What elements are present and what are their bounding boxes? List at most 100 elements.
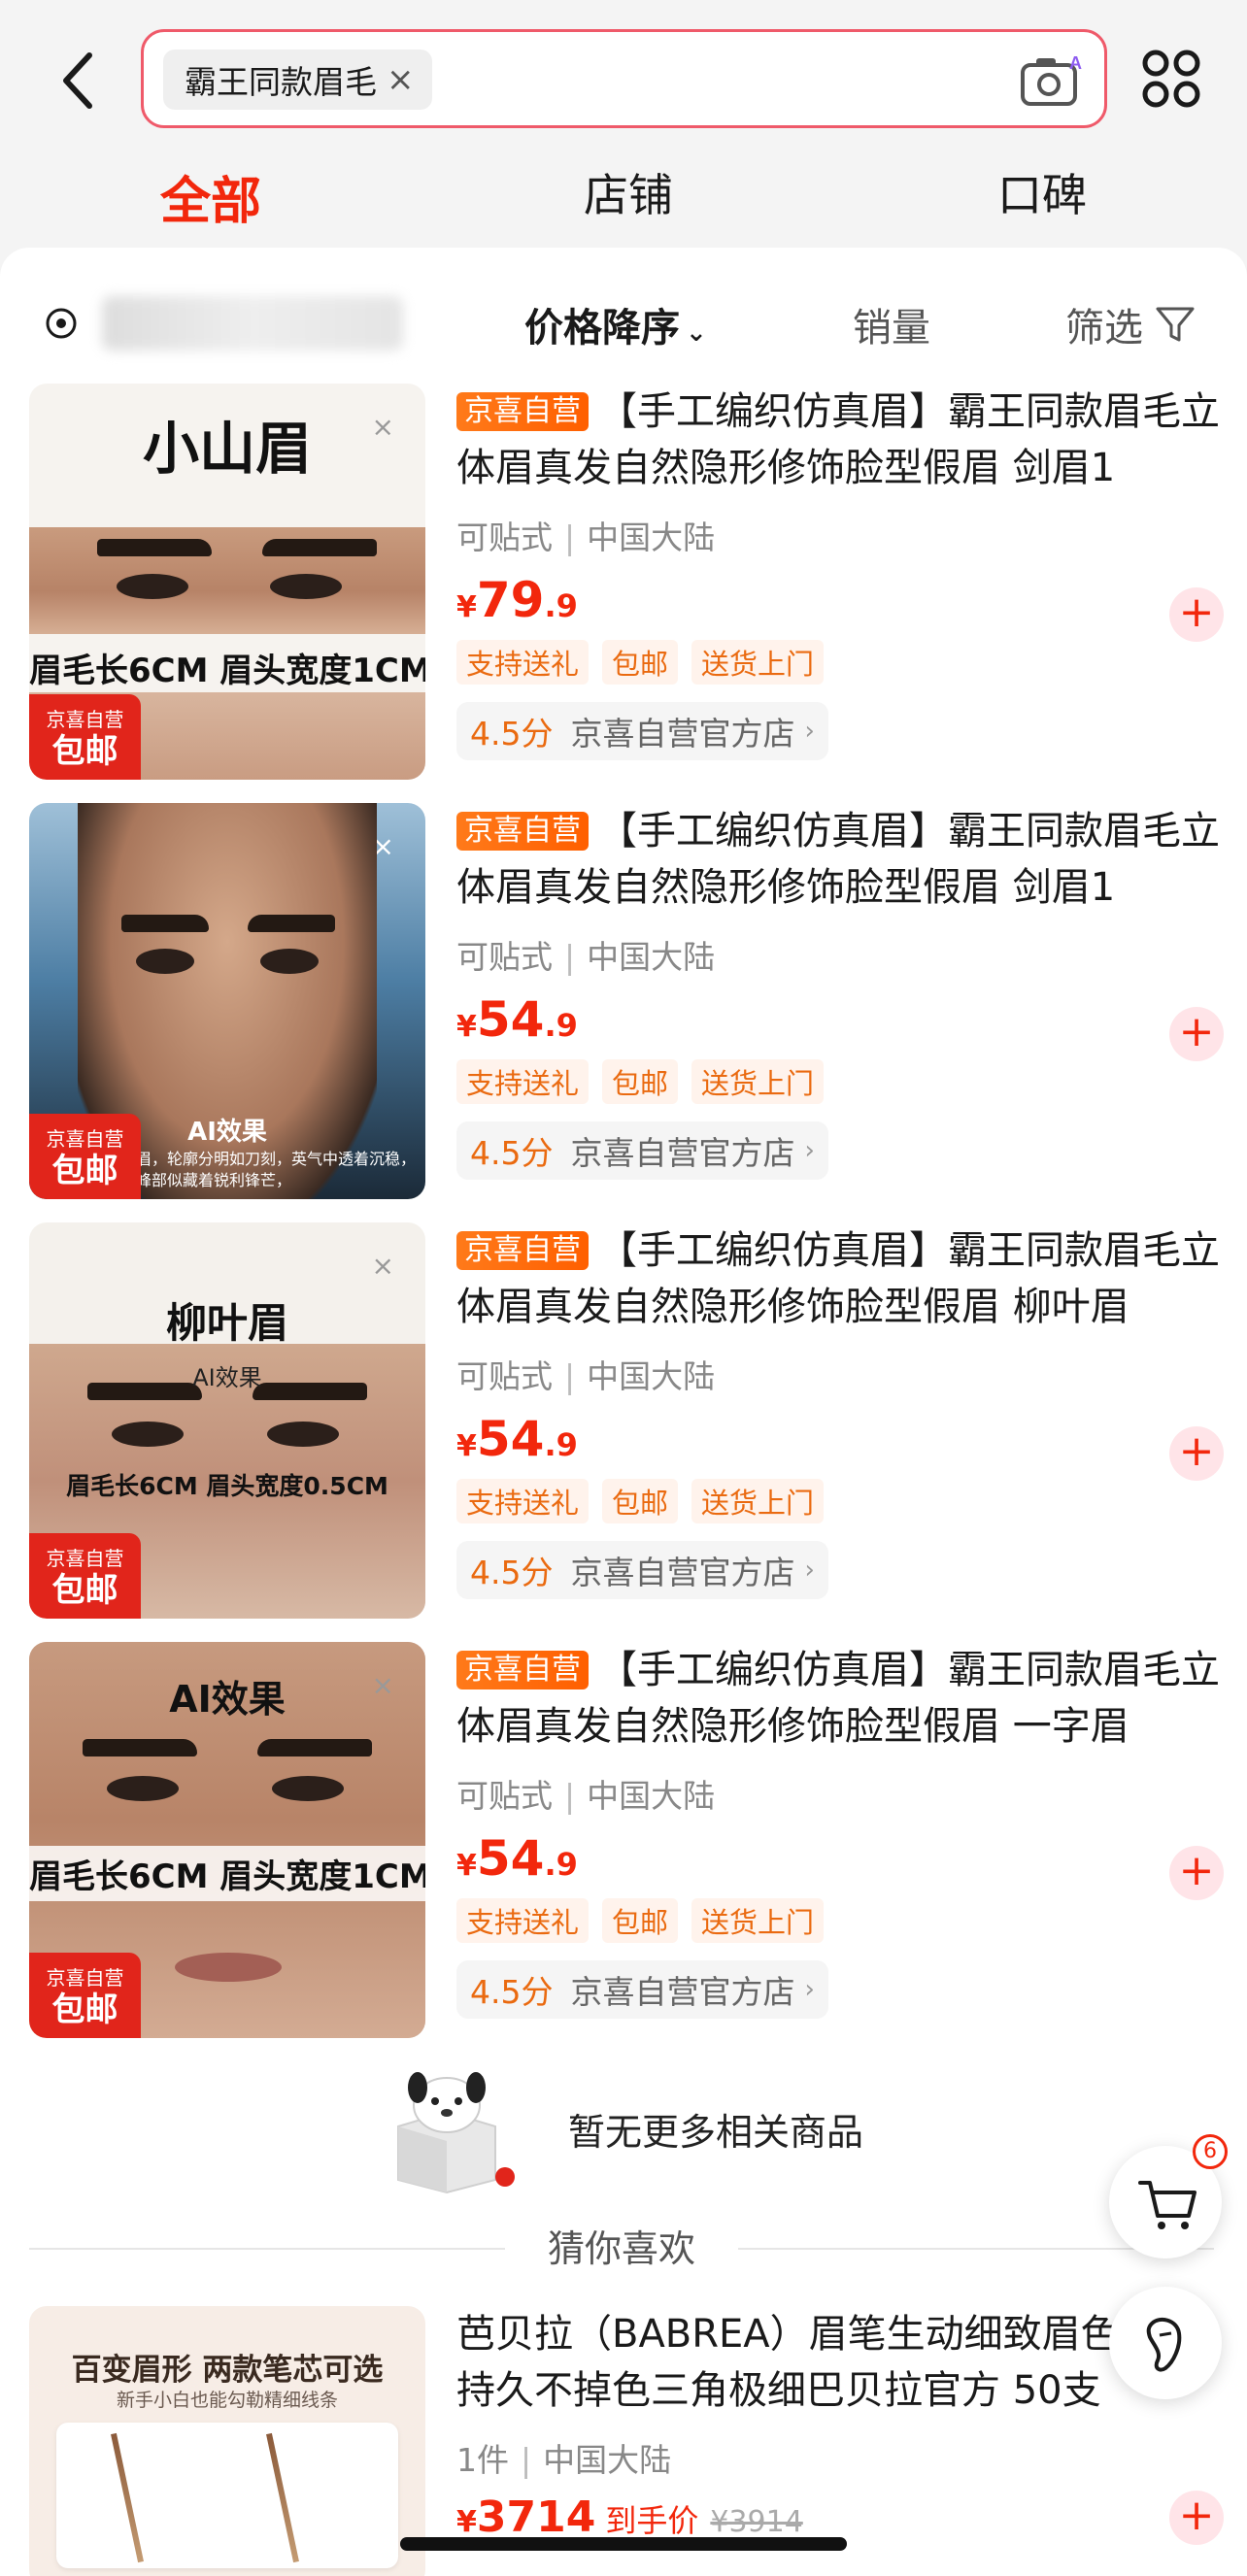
guess-you-like-label: 猜你喜欢 (547, 2227, 696, 2270)
add-to-cart-plus-icon[interactable]: + (1169, 1846, 1224, 1900)
product-title[interactable]: 京喜自营 【手工编织仿真眉】霸王同款眉毛立体眉真发自然隐形修饰脸型假眉 柳叶眉 (456, 1222, 1233, 1337)
menu-grid-icon[interactable] (1141, 49, 1201, 109)
product-info: 京喜自营 【手工编织仿真眉】霸王同款眉毛立体眉真发自然隐形修饰脸型假眉 一字眉 可… (456, 1642, 1233, 2040)
product-title[interactable]: 芭贝拉（BABREA）眉笔生动细致眉色防水持久不掉色三角极细巴贝拉官方 50支 (456, 2306, 1214, 2421)
product-info: 京喜自营 【手工编织仿真眉】霸王同款眉毛立体眉真发自然隐形修饰脸型假眉 剑眉1 可… (456, 384, 1233, 782)
product-price: ¥3714 到手价 ¥3914 (456, 2492, 803, 2542)
chevron-right-icon: › (804, 1975, 815, 2004)
guess-you-like-divider: 猜你喜欢 (29, 2219, 1214, 2277)
recommended-product-card[interactable]: 百变眉形 两款笔芯可选 新手小白也能勾勒精细线条 芭贝拉（BABREA）眉笔生动… (29, 2306, 1224, 2576)
thumb-headline: 百变眉形 两款笔芯可选 (71, 2353, 384, 2388)
no-more-text: 暂无更多相关商品 (568, 2111, 864, 2154)
no-more-results: 暂无更多相关商品 (379, 2058, 923, 2194)
store-link[interactable]: 4.5分 京喜自营官方店 › (456, 702, 828, 760)
product-price: ¥54.9 (456, 1411, 578, 1467)
product-title[interactable]: 京喜自营 【手工编织仿真眉】霸王同款眉毛立体眉真发自然隐形修饰脸型假眉 剑眉1 (456, 803, 1233, 918)
product-attributes: 可贴式 | 中国大陆 (456, 519, 716, 556)
service-tags: 支持送礼 包邮 送货上门 (456, 1479, 1233, 1523)
ai-badge: AI (1069, 53, 1083, 73)
product-title[interactable]: 京喜自营 【手工编织仿真眉】霸王同款眉毛立体眉真发自然隐形修饰脸型假眉 剑眉1 (456, 384, 1233, 498)
thumb-headline: 小山眉 (142, 416, 312, 482)
product-card[interactable]: × AI效果 眉，轮廓分明如刀刻，英气中透着沉稳，峰部似藏着锐利锋芒， 京喜自营… (29, 803, 1224, 1201)
service-tags: 支持送礼 包邮 送货上门 (456, 640, 1233, 685)
service-tags: 支持送礼 包邮 送货上门 (456, 1059, 1233, 1104)
filter-bar: 价格降序 ⌄ 销量 筛选 (0, 267, 1247, 354)
chevron-down-icon: ⌄ (686, 318, 707, 348)
jingxi-self-tag: 京喜自营 (456, 1651, 589, 1689)
product-attributes: 可贴式 | 中国大陆 (456, 1777, 716, 1815)
funnel-icon (1156, 307, 1195, 342)
product-card[interactable]: × 小山眉 眉毛长6CM 眉头宽度1CM 京喜自营 包邮 京喜自营 【手工编织仿真眉… (29, 384, 1224, 782)
product-card[interactable]: × AI效果 眉毛长6CM 眉头宽度1CM 京喜自营 包邮 京喜自营 【手工编织仿真… (29, 1642, 1224, 2040)
location-address-blurred[interactable] (102, 296, 403, 351)
jd-self-badge: 京喜自营 包邮 (29, 1533, 141, 1619)
thumb-subline: 新手小白也能勾勒精细线条 (116, 2390, 338, 2411)
eyebrow-pencil-illustration (56, 2423, 398, 2568)
face-photo (29, 527, 425, 634)
result-tabs: 全部 店铺 口碑 (0, 160, 1247, 238)
jd-self-badge: 京喜自营 包邮 (29, 1114, 141, 1199)
location-icon[interactable] (44, 306, 79, 341)
jingxi-self-tag: 京喜自营 (456, 1231, 589, 1270)
filter-button[interactable]: 筛选 (1065, 296, 1196, 352)
top-bar: 霸王同款眉毛 × AI 全部 店铺 口碑 (0, 0, 1247, 252)
store-link[interactable]: 4.5分 京喜自营官方店 › (456, 1121, 828, 1180)
jingxi-self-tag: 京喜自营 (456, 812, 589, 851)
product-title[interactable]: 京喜自营 【手工编织仿真眉】霸王同款眉毛立体眉真发自然隐形修饰脸型假眉 一字眉 (456, 1642, 1233, 1756)
add-to-cart-plus-icon[interactable]: + (1169, 1007, 1224, 1061)
product-price: ¥54.9 (456, 991, 578, 1048)
product-info: 京喜自营 【手工编织仿真眉】霸王同款眉毛立体眉真发自然隐形修饰脸型假眉 剑眉1 可… (456, 803, 1233, 1201)
product-info: 京喜自营 【手工编织仿真眉】霸王同款眉毛立体眉真发自然隐形修饰脸型假眉 柳叶眉 可… (456, 1222, 1233, 1621)
add-to-cart-plus-icon[interactable]: + (1169, 1426, 1224, 1481)
thumb-headline: 柳叶眉 (165, 1299, 288, 1347)
search-keyword-chip[interactable]: 霸王同款眉毛 × (163, 50, 432, 110)
product-attributes: 可贴式 | 中国大陆 (456, 938, 716, 976)
search-keyword: 霸王同款眉毛 (185, 63, 377, 101)
product-card[interactable]: × 柳叶眉 AI效果 眉毛长6CM 眉头宽度0.5CM 京喜自营 包邮 京喜自营【… (29, 1222, 1224, 1621)
chevron-right-icon: › (804, 1136, 815, 1165)
thumb-ai-caption: 眉，轮廓分明如刀刻，英气中透着沉稳，峰部似藏着锐利锋芒， (136, 1150, 417, 1189)
tab-reviews[interactable]: 口碑 (997, 160, 1087, 224)
home-indicator (400, 2537, 847, 2551)
jd-self-badge: 京喜自营 包邮 (29, 694, 141, 780)
chevron-right-icon: › (804, 1556, 815, 1585)
product-image[interactable]: × AI效果 眉，轮廓分明如刀刻，英气中透着沉稳，峰部似藏着锐利锋芒， 京喜自营… (29, 803, 425, 1199)
close-icon: × (371, 1250, 394, 1282)
search-bar[interactable]: 霸王同款眉毛 × AI (141, 29, 1107, 128)
thumb-size-note: 眉毛长6CM 眉头宽度1CM (29, 652, 425, 690)
clear-keyword-icon[interactable]: × (387, 60, 415, 99)
sort-price-label: 价格降序 (524, 306, 680, 351)
footprint-icon (1146, 2317, 1182, 2372)
product-info: 芭贝拉（BABREA）眉笔生动细致眉色防水持久不掉色三角极细巴贝拉官方 50支 … (456, 2306, 1214, 2542)
product-image[interactable]: 百变眉形 两款笔芯可选 新手小白也能勾勒精细线条 (29, 2306, 425, 2576)
product-image[interactable]: × 小山眉 眉毛长6CM 眉头宽度1CM 京喜自营 包邮 (29, 384, 425, 780)
product-attributes: 可贴式 | 中国大陆 (456, 1357, 716, 1395)
thumb-size-note: 眉毛长6CM 眉头宽度1CM (29, 1846, 425, 1901)
sort-sales[interactable]: 销量 (853, 296, 930, 352)
mascot-dog-icon (379, 2058, 515, 2194)
thumb-ai-label: AI效果 (192, 1364, 262, 1391)
store-link[interactable]: 4.5分 京喜自营官方店 › (456, 1541, 828, 1599)
filter-label: 筛选 (1065, 306, 1143, 351)
ai-camera-icon[interactable]: AI (1019, 50, 1087, 110)
product-price: ¥54.9 (456, 1830, 578, 1887)
thumb-size-note: 眉毛长6CM 眉头宽度0.5CM (66, 1472, 388, 1500)
store-link[interactable]: 4.5分 京喜自营官方店 › (456, 1960, 828, 2019)
sort-price-desc[interactable]: 价格降序 ⌄ (524, 296, 707, 352)
jingxi-self-tag: 京喜自营 (456, 392, 589, 431)
back-arrow-icon[interactable] (51, 44, 109, 117)
add-to-cart-plus-icon[interactable]: + (1169, 587, 1224, 642)
service-tags: 支持送礼 包邮 送货上门 (456, 1898, 1233, 1943)
cart-count-badge: 6 (1193, 2134, 1228, 2169)
tab-shops[interactable]: 店铺 (584, 160, 673, 224)
product-attributes: 1件 | 中国大陆 (456, 2441, 672, 2479)
add-to-cart-plus-icon[interactable]: + (1169, 2491, 1224, 2545)
product-image[interactable]: × AI效果 眉毛长6CM 眉头宽度1CM 京喜自营 包邮 (29, 1642, 425, 2038)
tab-all[interactable]: 全部 (160, 160, 261, 233)
product-price: ¥79.9 (456, 572, 578, 628)
product-image[interactable]: × 柳叶眉 AI效果 眉毛长6CM 眉头宽度0.5CM 京喜自营 包邮 (29, 1222, 425, 1619)
chevron-right-icon: › (804, 717, 815, 746)
footprint-button[interactable] (1109, 2287, 1222, 2399)
thumb-headline: AI效果 (169, 1678, 286, 1721)
jd-self-badge: 京喜自营 包邮 (29, 1953, 141, 2038)
